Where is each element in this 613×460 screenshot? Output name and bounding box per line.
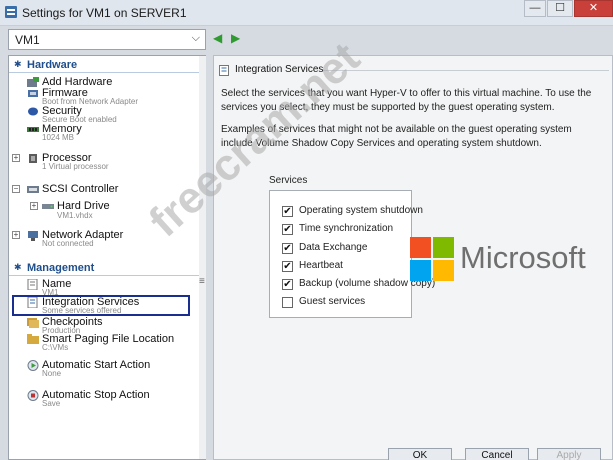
collapse-icon: ✱ <box>14 262 22 272</box>
apply-button[interactable]: Apply <box>537 448 601 460</box>
management-section-header[interactable]: ✱ Management <box>9 262 199 276</box>
services-group-label: Services <box>269 175 308 186</box>
vm-selector-value: VM1 <box>15 33 40 47</box>
checkbox[interactable]: ✔ <box>282 261 293 272</box>
network-adapter-icon <box>28 231 38 241</box>
settings-app-icon <box>5 6 17 18</box>
scsi-icon <box>27 186 39 193</box>
checkbox[interactable]: ✔ <box>282 279 293 290</box>
description-text: Select the services that you want Hyper-… <box>221 88 592 113</box>
service-data-exchange[interactable]: ✔ Data Exchange <box>282 242 410 256</box>
smart-paging-icon <box>27 334 39 344</box>
vm-selector[interactable]: VM1 ⌵ <box>8 29 206 50</box>
sidebar-item-network-adapter[interactable]: + Network Adapter Not connected <box>9 229 195 251</box>
service-operating-system-shutdown[interactable]: ✔ Operating system shutdown <box>282 205 423 219</box>
minimize-button[interactable]: — <box>524 0 546 17</box>
ok-button[interactable]: OK <box>388 448 452 460</box>
checkbox[interactable]: ✔ <box>282 224 293 235</box>
processor-icon <box>29 154 37 163</box>
expand-icon[interactable]: + <box>12 154 20 162</box>
sidebar-scrollbar[interactable]: ≡ <box>199 56 206 459</box>
checkbox[interactable]: ✔ <box>282 243 293 254</box>
checkpoints-icon <box>27 318 39 328</box>
checkbox[interactable]: ✔ <box>282 206 293 217</box>
back-arrow-icon[interactable]: ◀ <box>213 31 222 45</box>
microsoft-wordmark: Microsoft <box>460 240 586 275</box>
shield-icon <box>28 107 38 116</box>
automatic-stop-icon <box>27 390 39 401</box>
close-button[interactable]: ✕ <box>574 0 613 17</box>
service-heartbeat[interactable]: ✔ Heartbeat <box>282 260 410 274</box>
examples-text: Examples of services that might not be a… <box>221 124 572 149</box>
settings-tree: ✱ Hardware Add Hardware Firmware Boot fr… <box>8 55 206 460</box>
collapse-icon: ✱ <box>14 59 22 69</box>
firmware-icon <box>28 90 38 97</box>
panel-header: Integration Services <box>219 64 609 78</box>
expand-icon[interactable]: + <box>30 202 38 210</box>
checkbox[interactable] <box>282 297 293 308</box>
hard-drive-icon <box>42 204 54 209</box>
forward-arrow-icon[interactable]: ▶ <box>231 31 240 45</box>
sidebar-item-processor[interactable]: + Processor 1 Virtual processor <box>9 152 195 174</box>
memory-icon <box>27 127 39 132</box>
sidebar-item-memory[interactable]: Memory 1024 MB <box>9 123 195 145</box>
expand-icon[interactable]: + <box>12 231 20 239</box>
panel-title: Integration Services <box>235 64 324 75</box>
service-backup[interactable]: ✔ Backup (volume shadow copy) <box>282 278 435 292</box>
scroll-grip-icon[interactable]: ≡ <box>199 276 206 287</box>
title-bar: Settings for VM1 on SERVER1 — ☐ ✕ <box>0 0 613 26</box>
service-guest-services[interactable]: Guest services <box>282 296 410 310</box>
microsoft-logo-icon <box>410 237 454 281</box>
automatic-start-icon <box>27 360 39 371</box>
sidebar-item-automatic-stop[interactable]: Automatic Stop Action Save <box>9 389 195 411</box>
window-title: Settings for VM1 on SERVER1 <box>22 6 187 20</box>
services-list: ✔ Operating system shutdown ✔ Time synch… <box>269 190 435 318</box>
sidebar-item-scsi-controller[interactable]: − SCSI Controller <box>9 183 195 196</box>
sidebar-item-hard-drive[interactable]: + Hard Drive VM1.vhdx <box>9 200 195 222</box>
chevron-down-icon: ⌵ <box>191 32 200 44</box>
service-time-synchronization[interactable]: ✔ Time synchronization <box>282 223 410 237</box>
sidebar-item-smart-paging[interactable]: Smart Paging File Location C:\VMs <box>9 333 195 355</box>
header-divider <box>323 70 609 71</box>
hardware-section-header[interactable]: ✱ Hardware <box>9 59 199 73</box>
cancel-button[interactable]: Cancel <box>465 448 529 460</box>
sidebar-item-automatic-start[interactable]: Automatic Start Action None <box>9 359 195 381</box>
integration-services-icon <box>219 65 229 76</box>
collapse-icon[interactable]: − <box>12 185 20 193</box>
name-icon <box>27 279 38 290</box>
maximize-button[interactable]: ☐ <box>547 0 573 17</box>
selection-highlight <box>12 295 190 316</box>
